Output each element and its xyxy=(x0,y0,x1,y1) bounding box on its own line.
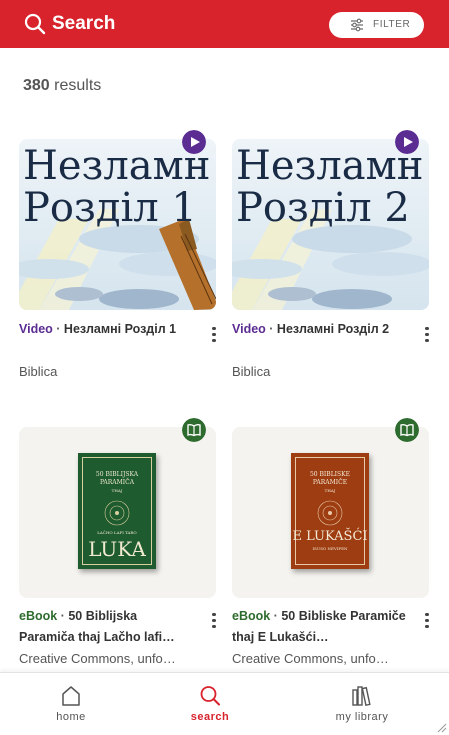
book-cover: 50 BIBLISKE PARAMIČE THAJ E LUKAŠĆI ISUS… xyxy=(291,453,369,569)
filter-icon xyxy=(351,18,363,32)
search-icon[interactable] xyxy=(24,13,46,35)
cover-line-4: LAČHO LAFI TARO xyxy=(97,530,137,535)
cover-ornament xyxy=(317,500,343,526)
more-options-icon[interactable] xyxy=(208,610,220,630)
bottom-nav: home search my library xyxy=(0,672,449,735)
item-meta[interactable]: eBook · 50 Bibliske Paramiče thaj E Luka… xyxy=(232,606,407,648)
nav-home-label: home xyxy=(56,711,86,723)
cover-line-2: PARAMIČA xyxy=(99,479,135,486)
resize-handle-icon[interactable] xyxy=(435,721,447,733)
item-publisher: Creative Commons, unfo… xyxy=(19,651,176,666)
more-options-icon[interactable] xyxy=(208,324,220,344)
item-type: eBook xyxy=(232,609,271,623)
cover-ornament xyxy=(104,500,130,526)
thumbnail-title-line-2: Розділ 2 xyxy=(236,185,410,231)
cover-line-3: THAJ xyxy=(111,488,123,493)
item-type: eBook xyxy=(19,609,58,623)
search-icon xyxy=(200,686,220,706)
nav-my-library[interactable]: my library xyxy=(312,673,412,735)
filter-label: FILTER xyxy=(373,19,411,30)
results-label: results xyxy=(54,77,102,94)
library-icon xyxy=(352,686,371,707)
play-icon xyxy=(395,130,419,154)
cover-line-2: PARAMIČE xyxy=(312,479,348,486)
meta-separator: · xyxy=(265,322,277,336)
meta-separator: · xyxy=(57,609,69,623)
thumbnail-title-line-2: Розділ 1 xyxy=(23,185,197,231)
cover-main-title: LUKA xyxy=(88,537,146,561)
play-icon xyxy=(182,130,206,154)
video-thumbnail[interactable]: Незламн Розділ 2 xyxy=(232,139,429,310)
video-thumbnail[interactable]: Незламн Розділ 1 xyxy=(19,139,216,310)
results-count: 380 results xyxy=(23,76,101,96)
book-cover: 50 BIBLIJSKA PARAMIČA THAJ LAČHO LAFI TA… xyxy=(78,453,156,569)
filter-button[interactable]: FILTER xyxy=(329,12,424,38)
meta-separator: · xyxy=(270,609,282,623)
ebook-thumbnail[interactable]: 50 BIBLIJSKA PARAMIČA THAJ LAČHO LAFI TA… xyxy=(19,427,216,598)
home-icon xyxy=(62,686,80,706)
cover-line-3: THAJ xyxy=(324,488,336,493)
item-meta[interactable]: eBook · 50 Biblijska Paramiča thaj Lačho… xyxy=(19,606,194,648)
thumbnail-title-line-1: Незламн xyxy=(23,143,211,189)
ebook-thumbnail[interactable]: 50 BIBLISKE PARAMIČE THAJ E LUKAŠĆI ISUS… xyxy=(232,427,429,598)
top-bar: Search FILTER xyxy=(0,0,449,48)
item-title: Незламні Розділ 2 xyxy=(276,322,390,336)
book-icon xyxy=(182,418,206,442)
item-publisher: Biblica xyxy=(232,364,271,379)
item-type: Video xyxy=(19,322,53,336)
nav-search-label: search xyxy=(190,711,230,723)
results-number: 380 xyxy=(23,77,50,94)
cover-line-1: 50 BIBLISKE xyxy=(309,471,351,478)
book-icon xyxy=(395,418,419,442)
more-options-icon[interactable] xyxy=(421,610,433,630)
item-publisher: Creative Commons, unfo… xyxy=(232,651,389,666)
item-meta[interactable]: Video · Незламні Розділ 2 xyxy=(232,319,407,340)
meta-separator: · xyxy=(52,322,64,336)
thumbnail-title-line-1: Незламн xyxy=(236,143,424,189)
item-meta[interactable]: Video · Незламні Розділ 1 xyxy=(19,319,194,340)
item-title: Незламні Розділ 1 xyxy=(63,322,177,336)
page-title: Search xyxy=(52,13,116,34)
nav-home[interactable]: home xyxy=(21,673,121,735)
nav-search[interactable]: search xyxy=(160,673,260,735)
cover-main-title: E LUKAŠĆI xyxy=(292,529,368,544)
cover-subtitle: ISUSO NEVIPEN xyxy=(312,546,348,551)
more-options-icon[interactable] xyxy=(421,324,433,344)
item-type: Video xyxy=(232,322,266,336)
item-publisher: Biblica xyxy=(19,364,58,379)
cover-line-1: 50 BIBLIJSKA xyxy=(95,471,139,478)
nav-my-library-label: my library xyxy=(335,711,389,723)
